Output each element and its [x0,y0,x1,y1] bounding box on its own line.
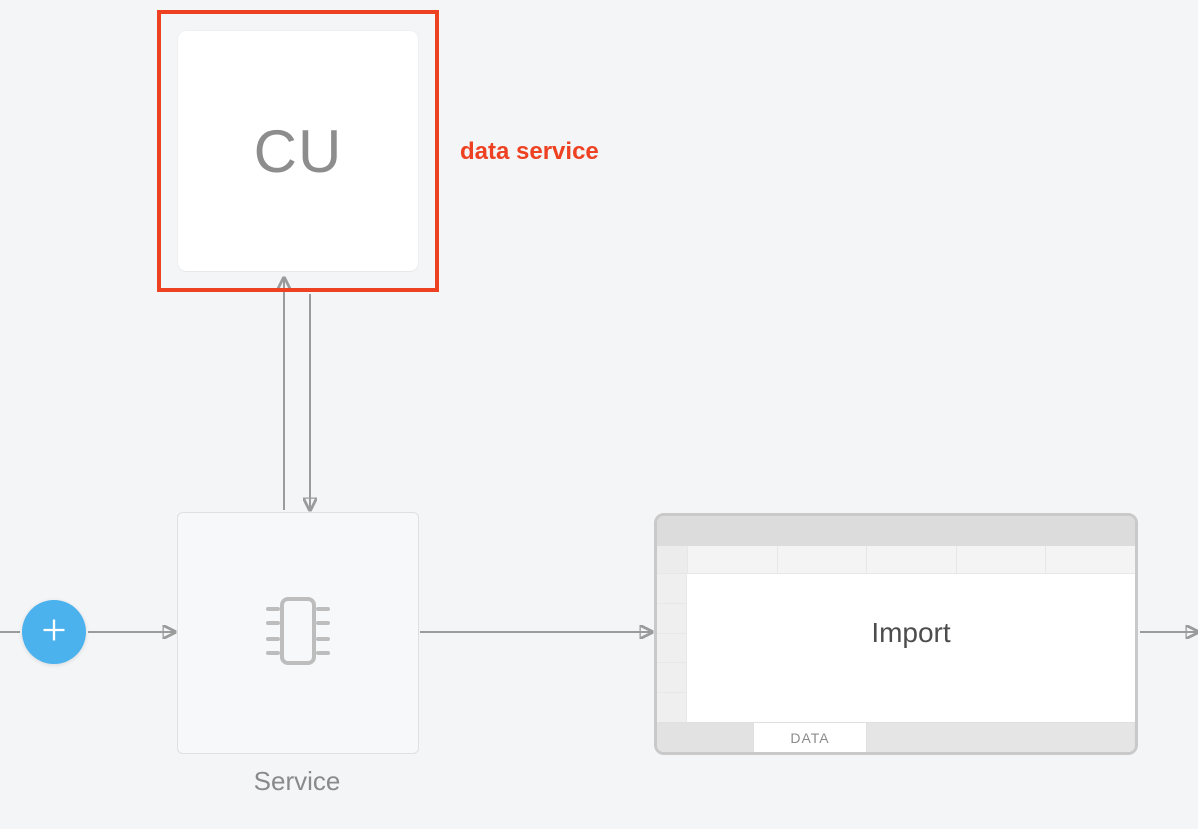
cu-node-label: data service [460,138,599,166]
import-node[interactable]: Import DATA [654,513,1138,755]
import-node-tab-data[interactable]: DATA [754,722,867,752]
import-node-header-bar [657,516,1135,546]
cu-node-icon-text: CU [254,117,343,186]
service-node-caption: Service [177,766,417,797]
import-node-row-headers [657,574,687,722]
import-node-column-headers [657,546,1135,574]
cu-node[interactable]: CU [178,31,418,271]
diagram-canvas[interactable]: CU data service Service [0,0,1198,829]
add-node-button[interactable] [22,600,86,664]
import-node-tabs: DATA [657,722,1135,752]
plus-icon [40,616,68,649]
chip-icon [248,581,348,686]
import-node-title: Import [871,617,950,649]
service-node[interactable] [177,512,419,754]
import-node-sheet: Import [687,574,1135,722]
